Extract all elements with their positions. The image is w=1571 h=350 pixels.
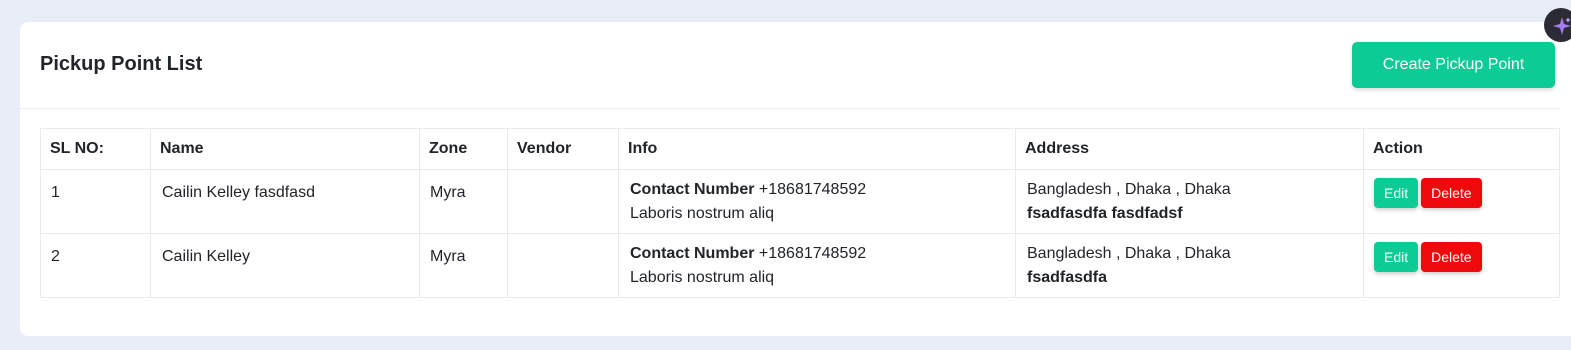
pickup-point-card: Pickup Point List Create Pickup Point SL…: [20, 22, 1571, 336]
cell-action: Edit Delete: [1363, 233, 1560, 298]
cell-info: Contact Number +18681748592 Laboris nost…: [618, 169, 1016, 234]
cell-info: Contact Number +18681748592 Laboris nost…: [618, 233, 1016, 298]
cell-action: Edit Delete: [1363, 169, 1560, 234]
cell-zone: Myra: [419, 169, 508, 234]
column-header-zone[interactable]: Zone: [419, 128, 508, 170]
pickup-point-table: SL NO: Name Zone Vendor Info Address Act…: [40, 128, 1560, 298]
page-title: Pickup Point List: [40, 53, 203, 75]
contact-number-label: Contact Number: [630, 245, 755, 262]
cell-vendor: [507, 169, 619, 234]
column-header-sl-no[interactable]: SL NO:: [40, 128, 151, 170]
contact-number-label: Contact Number: [630, 181, 755, 198]
table-row: 1 Cailin Kelley fasdfasd Myra Contact Nu…: [40, 169, 1560, 234]
edit-button[interactable]: Edit: [1374, 242, 1419, 272]
cell-vendor: [507, 233, 619, 298]
cell-address: Bangladesh , Dhaka , Dhaka fsadfasdfa: [1015, 233, 1364, 298]
pickup-point-name: Cailin Kelley: [162, 248, 251, 265]
address-detail: fsadfasdfa: [1027, 269, 1108, 286]
create-pickup-point-button[interactable]: Create Pickup Point: [1352, 42, 1555, 88]
column-header-info[interactable]: Info: [618, 128, 1016, 170]
address-location: Bangladesh , Dhaka , Dhaka: [1027, 181, 1231, 198]
info-note: Laboris nostrum aliq: [630, 269, 775, 286]
column-header-vendor[interactable]: Vendor: [507, 128, 619, 170]
info-note: Laboris nostrum aliq: [630, 205, 775, 222]
cell-sl-no: 1: [40, 169, 151, 234]
address-detail: fsadfasdfa fasdfadsf: [1027, 205, 1183, 222]
contact-number-value: +18681748592: [758, 245, 867, 262]
column-header-name[interactable]: Name: [150, 128, 420, 170]
delete-button[interactable]: Delete: [1421, 178, 1482, 208]
column-header-action[interactable]: Action: [1363, 128, 1560, 170]
cell-sl-no: 2: [40, 233, 151, 298]
edit-button[interactable]: Edit: [1374, 178, 1419, 208]
table-row: 2 Cailin Kelley Myra Contact Number +186…: [40, 233, 1560, 298]
assistant-launcher[interactable]: [1544, 8, 1571, 42]
column-header-address[interactable]: Address: [1015, 128, 1364, 170]
sparkle-icon: [1553, 17, 1571, 35]
cell-zone: Myra: [419, 233, 508, 298]
cell-name: Cailin Kelley fasdfasd: [150, 169, 420, 234]
table-header-row: SL NO: Name Zone Vendor Info Address Act…: [40, 128, 1560, 170]
pickup-point-name: Cailin Kelley fasdfasd: [162, 184, 315, 201]
cell-address: Bangladesh , Dhaka , Dhaka fsadfasdfa fa…: [1015, 169, 1364, 234]
address-location: Bangladesh , Dhaka , Dhaka: [1027, 245, 1231, 262]
delete-button[interactable]: Delete: [1421, 242, 1482, 272]
cell-name: Cailin Kelley: [150, 233, 420, 298]
card-header: Pickup Point List Create Pickup Point: [20, 22, 1560, 109]
contact-number-value: +18681748592: [758, 181, 867, 198]
